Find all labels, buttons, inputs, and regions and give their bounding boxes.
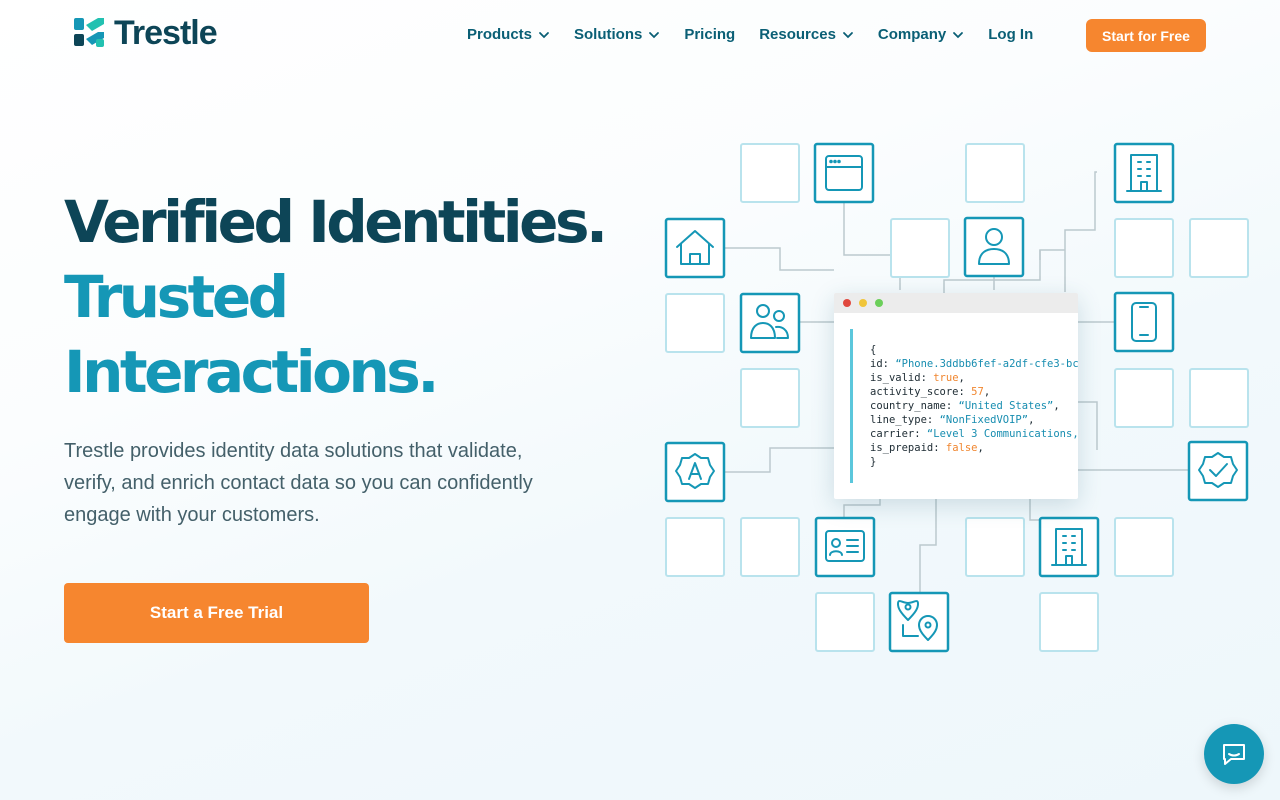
tile [1038,516,1100,578]
nav-item-label: Company [877,26,947,43]
nav-item-products[interactable]: Products [467,26,550,43]
code-value: “United States” [958,400,1054,412]
nav-item-label: Pricing [684,26,736,43]
tile [815,592,875,652]
tile [740,517,800,577]
api-response-card: { id: “Phone.3ddbb6fef-a2df-cfe3-bc7128b… [834,293,1078,499]
code-key: id [870,358,883,370]
building-icon [1051,528,1087,566]
code-brace-close: } [870,456,877,468]
logo-text: Trestle [114,14,218,52]
tile [665,293,725,353]
logo-mark-icon [74,18,104,47]
code-key: country_name [870,400,946,412]
verified-badge-icon [1198,452,1238,488]
tile [814,516,876,578]
code-value: “NonFixedVOIP” [939,414,1029,426]
code-key: line_type [870,414,927,426]
tile [1113,142,1175,204]
code-key: carrier [870,428,915,440]
map-pin-icon [897,600,938,641]
hero-title-line3: Interactions. [64,338,439,406]
code-value: false [945,442,978,454]
tile [1113,291,1175,353]
main-nav: Products Solutions Pricing Resources Com… [467,26,1057,43]
nav-item-login[interactable]: Log In [988,26,1033,43]
browser-icon [825,155,863,191]
nav-item-pricing[interactable]: Pricing [684,26,735,43]
nav-item-label: Log In [988,26,1034,43]
minimize-dot [859,299,867,307]
nav-item-label: Solutions [574,26,643,43]
hero-title: Verified Identities. Trusted Interaction… [64,185,608,410]
start-for-free-button[interactable]: Start for Free [1086,19,1206,52]
chevron-down-icon [953,31,964,38]
chevron-down-icon [843,31,853,38]
building-icon [1126,154,1162,192]
code-brace-open: { [870,344,877,356]
phone-icon [1131,302,1157,342]
code-value: true [933,372,959,384]
tile [665,517,725,577]
code-value: 57 [971,386,984,398]
code-key: is_prepaid [870,442,934,454]
hero-title-line2: Trusted [64,263,289,331]
tile [664,441,726,503]
code-value: “Level 3 Communications, LLC” [926,428,1078,440]
badge-a-icon [675,453,715,489]
tile [1039,592,1099,652]
house-icon [676,230,714,265]
id-card-icon [825,530,865,562]
code-key: is_valid [870,372,921,384]
chat-icon [1223,744,1245,765]
code-value: “Phone.3ddbb6fef-a2df-cfe3-bc7128b6fb4” [895,358,1078,370]
tile [965,143,1025,203]
tile [664,217,726,279]
tile [965,517,1025,577]
json-code-block: { id: “Phone.3ddbb6fef-a2df-cfe3-bc7128b… [850,329,1078,483]
code-key: activity_score [870,386,959,398]
nav-item-label: Products [467,26,533,43]
nav-item-label: Resources [759,26,836,43]
window-titlebar [834,293,1078,313]
nav-item-resources[interactable]: Resources [759,26,854,43]
start-free-trial-button[interactable]: Start a Free Trial [64,583,369,643]
logo[interactable]: Trestle [74,14,218,52]
maximize-dot [875,299,883,307]
tile [740,368,800,428]
tile [890,218,950,278]
tile [739,292,801,354]
tile [740,143,800,203]
tile [1114,517,1174,577]
tile [1114,218,1174,278]
chat-button[interactable] [1204,724,1264,784]
nav-item-company[interactable]: Company [878,26,964,43]
close-dot [843,299,851,307]
tile [888,591,950,653]
chevron-down-icon [649,31,660,38]
tile [963,216,1025,278]
chevron-down-icon [539,31,549,38]
users-icon [750,304,789,339]
hero-subtitle: Trestle provides identity data solutions… [64,440,533,526]
site-header: Trestle Products Solutions Pricing Resou… [0,0,1280,72]
user-icon [978,228,1010,265]
nav-item-solutions[interactable]: Solutions [574,26,660,43]
tile [1189,218,1249,278]
tile [1189,368,1249,428]
tile [1114,368,1174,428]
tile [1187,440,1249,502]
tile [813,142,875,204]
hero-title-line1: Verified Identities. [64,188,608,256]
